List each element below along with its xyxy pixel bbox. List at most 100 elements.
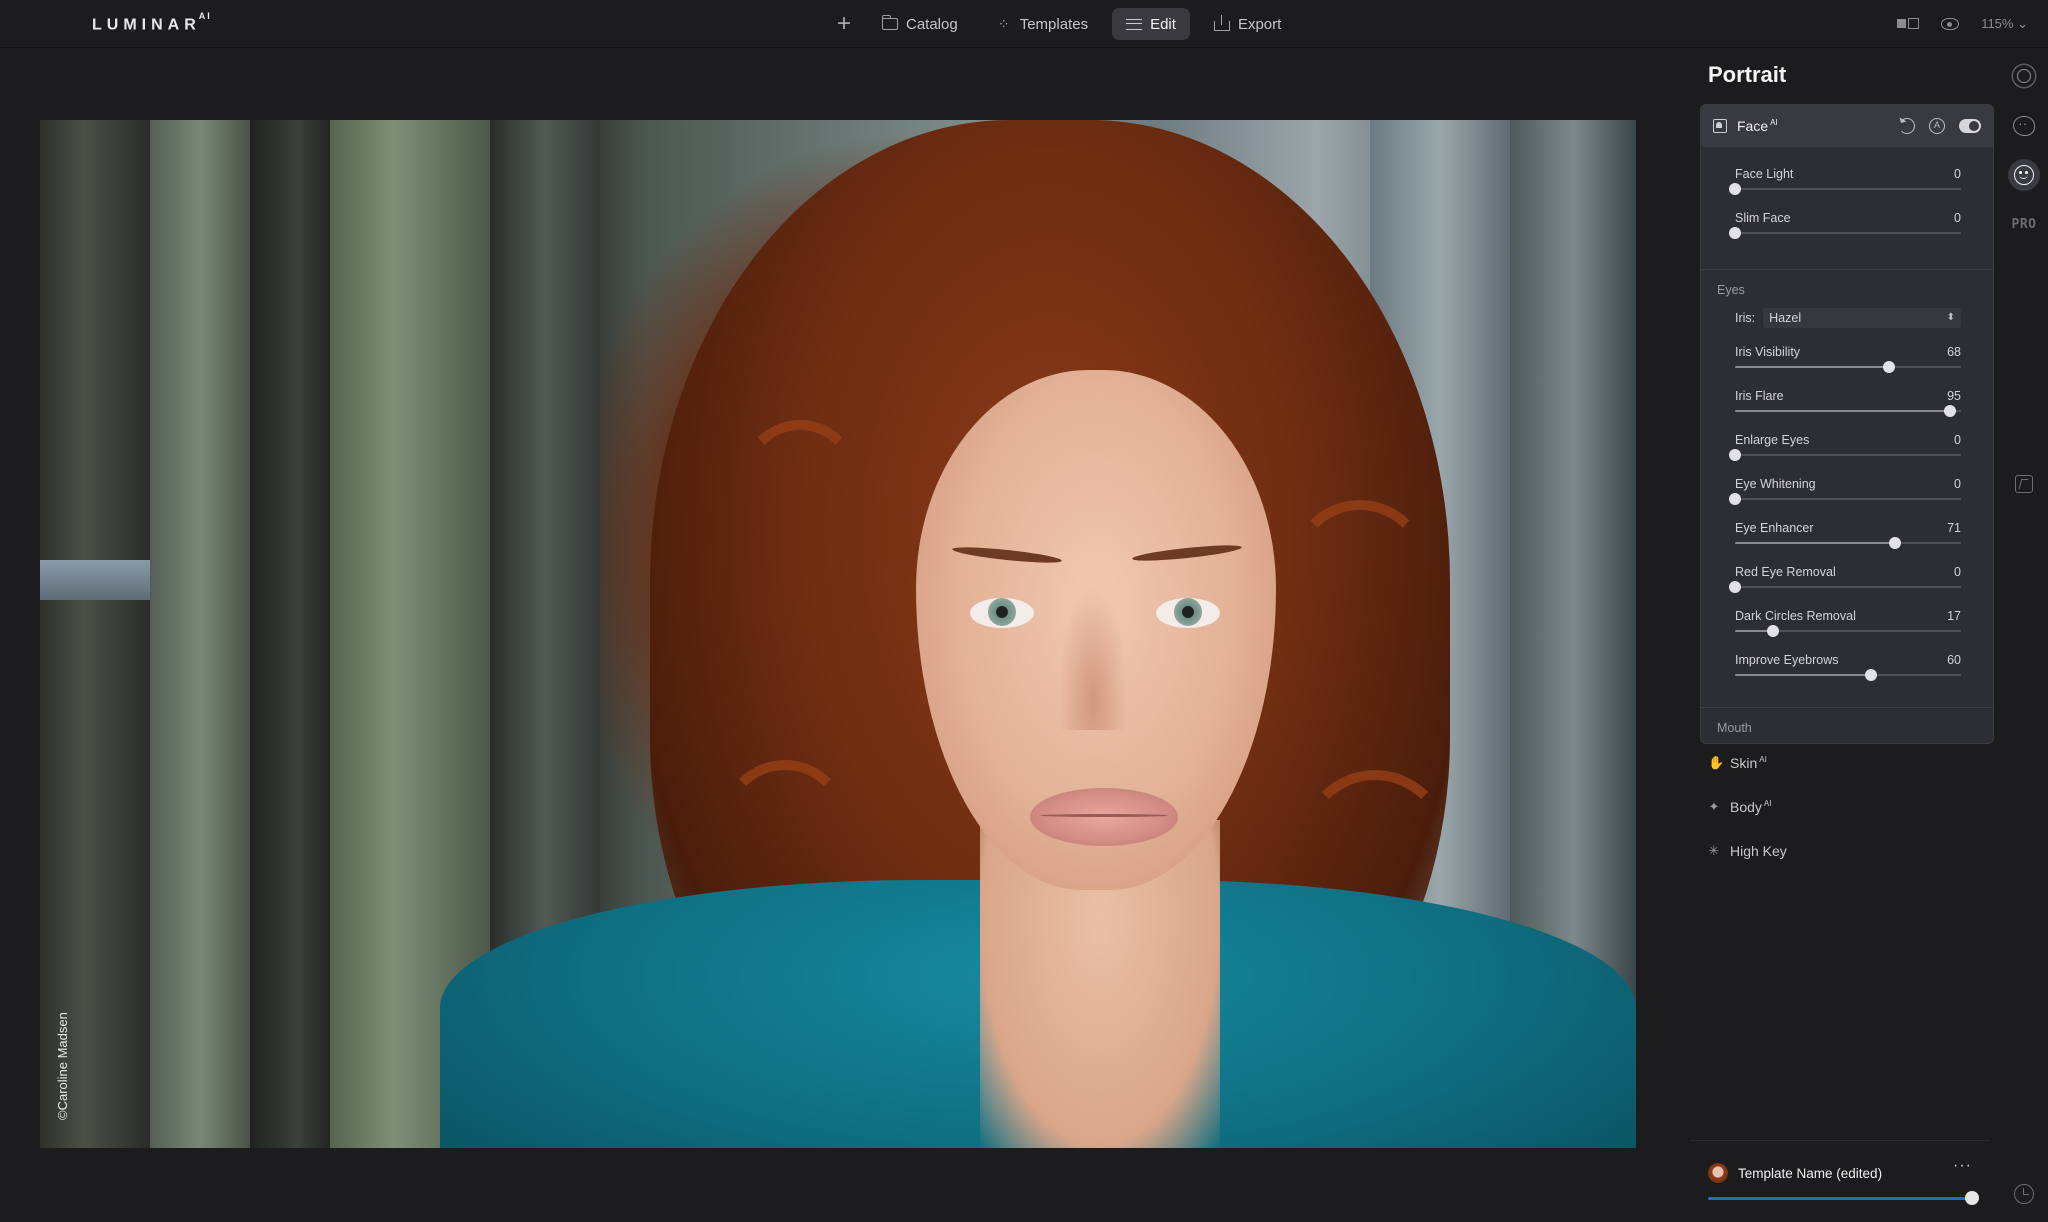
history-button[interactable] <box>2008 1178 2040 1210</box>
hand-icon: ✋ <box>1708 755 1725 770</box>
slider-track[interactable] <box>1735 586 1961 588</box>
slider-label: Iris Flare <box>1735 389 1784 403</box>
face-tool-card: Face AI A Face Light 0 Slim Face 0 Eyes Iris… <box>1700 104 1994 744</box>
clock-icon <box>2014 1184 2034 1204</box>
slider-knob[interactable] <box>1889 537 1902 549</box>
hair-curl <box>740 420 860 540</box>
template-amount-knob[interactable] <box>1965 1191 1979 1205</box>
iris-row: Iris: Hazel ⬍ <box>1735 307 1961 329</box>
slider-red-eye-removal[interactable]: Red Eye Removal 0 <box>1729 565 1961 605</box>
slider-slim-face[interactable]: Slim Face 0 <box>1729 211 1961 251</box>
creative-button[interactable] <box>2008 110 2040 142</box>
slider-value: 71 <box>1947 521 1961 535</box>
slider-value: 60 <box>1947 653 1961 667</box>
mask-icon <box>2015 475 2033 493</box>
divider <box>1701 269 1993 270</box>
slider-knob[interactable] <box>1729 227 1741 239</box>
compare-icon[interactable] <box>1897 18 1920 30</box>
tool-body[interactable]: ✦ Body AI <box>1708 796 1772 818</box>
face-tool-header[interactable]: Face AI A <box>1701 105 1993 147</box>
slider-value: 17 <box>1947 609 1961 623</box>
essentials-button[interactable] <box>2008 60 2040 92</box>
updown-chevron-icon: ⬍ <box>1946 312 1955 323</box>
slider-value: 0 <box>1954 167 1961 181</box>
slider-face-light[interactable]: Face Light 0 <box>1729 167 1961 207</box>
slider-label: Eye Enhancer <box>1735 521 1814 535</box>
slider-knob[interactable] <box>1864 669 1877 681</box>
tab-edit[interactable]: Edit <box>1112 8 1190 40</box>
eyes-section-label[interactable]: Eyes <box>1717 283 1745 297</box>
visibility-toggle-icon[interactable] <box>1959 119 1981 133</box>
slider-knob[interactable] <box>1767 625 1780 637</box>
nose <box>1058 580 1128 730</box>
view-controls: 115% ⌄ <box>1897 12 2028 36</box>
slider-knob[interactable] <box>1882 361 1895 373</box>
slider-iris-flare[interactable]: Iris Flare 95 <box>1735 389 1961 429</box>
tab-templates[interactable]: ⁘ Templates <box>982 8 1102 40</box>
tool-high-key[interactable]: ✳ High Key <box>1708 840 1787 862</box>
add-photos-button[interactable]: + <box>830 10 858 38</box>
auto-adjust-icon[interactable]: A <box>1929 118 1945 134</box>
main-nav: + Catalog ⁘ Templates Edit Export <box>830 8 1295 40</box>
top-bar: LUMINARAI + Catalog ⁘ Templates Edit Exp… <box>0 0 2048 48</box>
figure-icon: ✦ <box>1708 799 1720 814</box>
slider-knob[interactable] <box>1729 493 1741 505</box>
slider-track[interactable] <box>1735 498 1961 500</box>
portrait-button[interactable] <box>2008 159 2040 191</box>
slider-value: 0 <box>1954 477 1961 491</box>
hair-curl <box>720 760 850 890</box>
tab-export[interactable]: Export <box>1200 8 1295 40</box>
slider-label: Improve Eyebrows <box>1735 653 1839 667</box>
iris-color-select[interactable]: Hazel ⬍ <box>1763 308 1961 328</box>
template-amount-slider[interactable] <box>1708 1197 1972 1200</box>
slider-improve-eyebrows[interactable]: Improve Eyebrows 60 <box>1735 653 1961 693</box>
slider-value: 0 <box>1954 433 1961 447</box>
tab-catalog-label: Catalog <box>906 15 958 33</box>
zoom-value: 115% <box>1981 16 2014 31</box>
slider-label: Eye Whitening <box>1735 477 1816 491</box>
sliders-icon <box>1126 18 1143 30</box>
slider-iris-visibility[interactable]: Iris Visibility 68 <box>1735 345 1961 385</box>
slider-track[interactable] <box>1735 454 1961 456</box>
slider-value: 0 <box>1954 211 1961 225</box>
slider-track[interactable] <box>1735 188 1961 190</box>
export-icon <box>1213 15 1230 31</box>
slider-knob[interactable] <box>1729 183 1741 195</box>
pro-label: PRO <box>2011 216 2037 232</box>
slider-value: 0 <box>1954 565 1961 579</box>
more-options-icon[interactable]: ··· <box>1953 1157 1972 1175</box>
wood-rail <box>40 560 150 600</box>
slider-knob[interactable] <box>1729 449 1741 461</box>
zoom-dropdown[interactable]: 115% ⌄ <box>1981 16 2028 32</box>
local-masking-button[interactable] <box>2008 468 2040 500</box>
smile-icon <box>2008 159 2040 191</box>
lips <box>1030 788 1178 846</box>
tab-templates-label: Templates <box>1019 15 1089 33</box>
wood-plank <box>40 120 150 1148</box>
slider-knob[interactable] <box>1943 405 1956 417</box>
reset-icon[interactable] <box>1899 118 1915 134</box>
slider-label: Face Light <box>1735 167 1794 181</box>
slider-dark-circles-removal[interactable]: Dark Circles Removal 17 <box>1735 609 1961 649</box>
portrait-panel: Portrait Face AI A Face Light 0 Slim Face 0 … <box>1690 48 1994 1222</box>
preview-eye-icon[interactable] <box>1941 18 1960 30</box>
slider-track[interactable] <box>1735 232 1961 234</box>
photo-canvas[interactable]: ©Caroline Madsen <box>40 120 1636 1148</box>
pro-button[interactable]: PRO <box>2008 208 2040 240</box>
palette-icon <box>2013 115 2035 136</box>
slider-label: Red Eye Removal <box>1735 565 1836 579</box>
right-eye <box>1156 598 1220 628</box>
template-thumbnail <box>1708 1163 1728 1183</box>
slider-eye-enhancer[interactable]: Eye Enhancer 71 <box>1735 521 1961 561</box>
photo-credit: ©Caroline Madsen <box>55 1012 70 1120</box>
panel-title: Portrait <box>1708 62 1787 87</box>
tool-skin[interactable]: ✋ Skin AI <box>1708 752 1767 774</box>
slider-value: 95 <box>1947 389 1961 403</box>
face-tool-title: Face AI <box>1737 118 1778 134</box>
tab-catalog[interactable]: Catalog <box>868 8 972 40</box>
slider-eye-whitening[interactable]: Eye Whitening 0 <box>1729 477 1961 517</box>
slider-enlarge-eyes[interactable]: Enlarge Eyes 0 <box>1729 433 1961 473</box>
slider-knob[interactable] <box>1729 581 1741 593</box>
mouth-section-label[interactable]: Mouth <box>1717 721 1752 735</box>
slider-fill <box>1735 410 1950 412</box>
